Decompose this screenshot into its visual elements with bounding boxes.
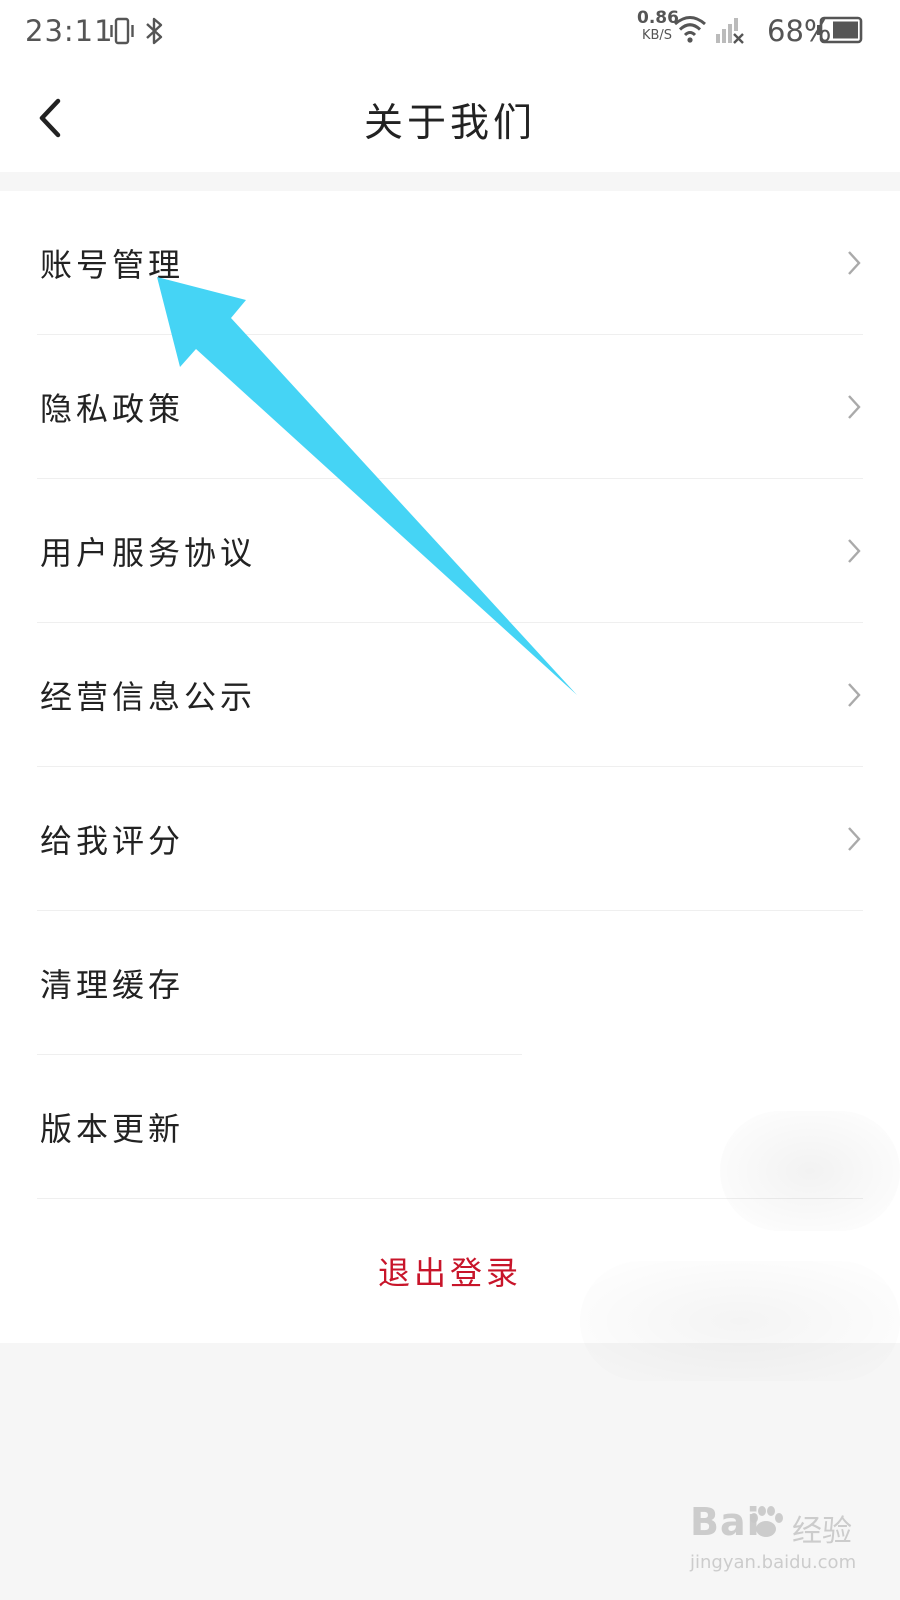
- network-speed-unit: KB/S: [641, 28, 673, 43]
- status-bar: 23:11 0.86 KB/S 68%: [0, 0, 900, 64]
- paw-logo-icon: [750, 1506, 783, 1537]
- menu-item-label: 版本更新: [40, 1110, 185, 1148]
- menu-item-rate-app[interactable]: 给我评分: [0, 767, 900, 911]
- page-title: 关于我们: [363, 101, 536, 146]
- menu-item-label: 隐私政策: [40, 390, 185, 428]
- chevron-right-icon: [848, 251, 861, 275]
- header: 关于我们: [0, 64, 900, 172]
- menu-item-account-management[interactable]: 账号管理: [0, 191, 900, 335]
- network-speed-value: 0.86: [637, 8, 679, 28]
- status-time: 23:11: [25, 14, 114, 48]
- menu-item-label: 给我评分: [40, 822, 185, 860]
- baidu-watermark: Bai 经验 jingyan.baidu.com: [690, 1500, 890, 1590]
- network-speed: 0.86 KB/S: [637, 8, 679, 43]
- chevron-right-icon: [848, 683, 861, 707]
- battery-icon: [817, 16, 863, 44]
- settings-list: 账号管理 隐私政策 用户服务协议 经营信息公示 给我评分 清理缓存 版本更新: [0, 191, 900, 1381]
- chevron-right-icon: [848, 395, 861, 419]
- menu-item-label: 清理缓存: [40, 966, 185, 1004]
- vibrate-icon: [110, 17, 134, 45]
- chevron-right-icon: [848, 539, 861, 563]
- watermark-suffix: 经验: [792, 1514, 852, 1549]
- bluetooth-icon: [146, 17, 163, 45]
- no-signal-icon: [716, 18, 744, 44]
- menu-item-label: 账号管理: [40, 246, 185, 284]
- menu-item-privacy-policy[interactable]: 隐私政策: [0, 335, 900, 479]
- chevron-right-icon: [848, 827, 861, 851]
- menu-item-label: 用户服务协议: [40, 534, 257, 572]
- menu-item-business-info[interactable]: 经营信息公示: [0, 623, 900, 767]
- menu-item-clear-cache[interactable]: 清理缓存: [0, 911, 900, 1055]
- logout-label: 退出登录: [377, 1254, 522, 1292]
- menu-item-label: 经营信息公示: [40, 678, 257, 716]
- menu-item-user-agreement[interactable]: 用户服务协议: [0, 479, 900, 623]
- watermark-url: jingyan.baidu.com: [690, 1552, 857, 1573]
- logout-button[interactable]: 退出登录: [0, 1206, 900, 1336]
- wifi-icon: [674, 16, 706, 43]
